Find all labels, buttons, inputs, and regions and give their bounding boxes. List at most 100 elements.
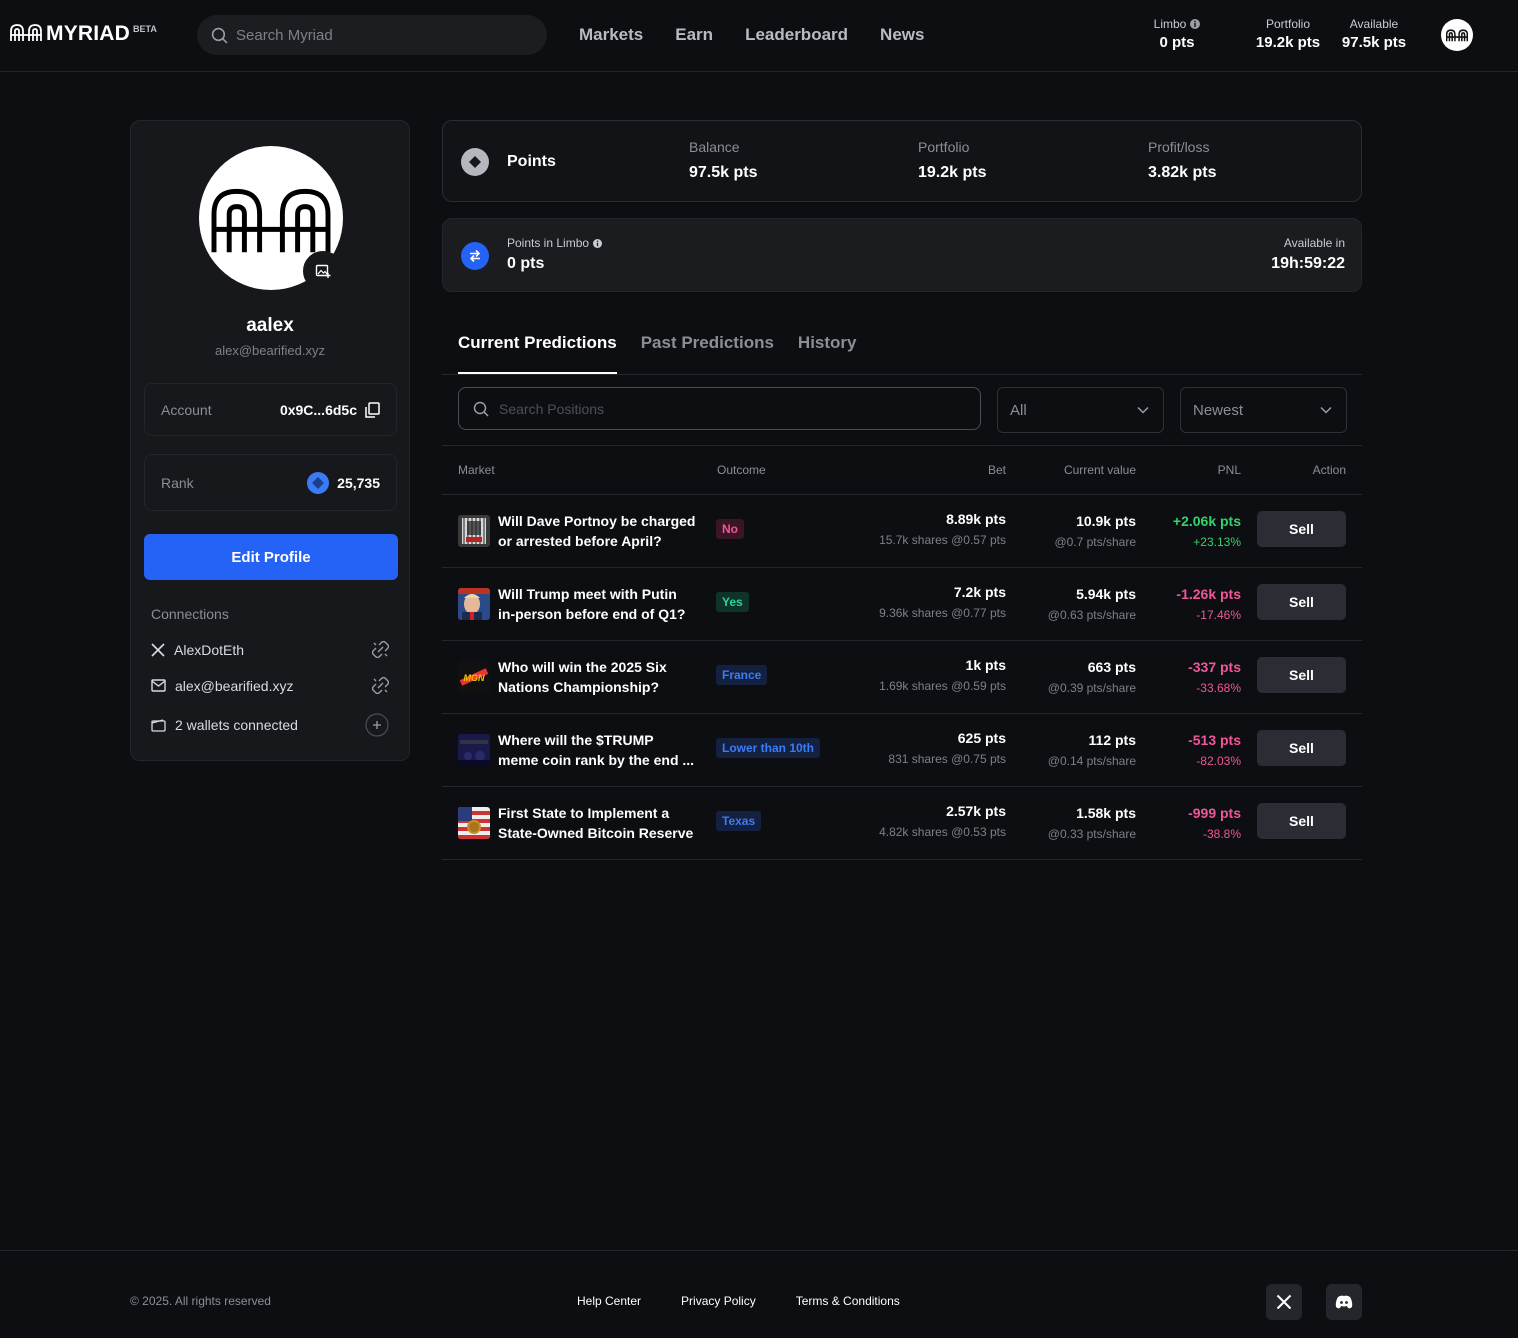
global-search[interactable] bbox=[197, 15, 547, 55]
limbo-value: 0 pts bbox=[1159, 34, 1195, 51]
table-row[interactable]: First State to Implement a State-Owned Bi… bbox=[442, 787, 1362, 860]
myriad-logo[interactable]: MYRIAD BETA bbox=[10, 22, 157, 46]
unlink-icon[interactable] bbox=[372, 641, 389, 658]
info-icon[interactable] bbox=[1190, 19, 1201, 29]
connection-label: alex@bearified.xyz bbox=[175, 677, 294, 694]
positions-search[interactable] bbox=[458, 387, 981, 430]
portfolio-value: 19.2k pts bbox=[918, 164, 987, 181]
sell-button[interactable]: Sell bbox=[1257, 657, 1346, 693]
positions-filter-bar: All Newest bbox=[442, 375, 1362, 446]
top-navbar: MYRIAD BETA Markets Earn Leaderboard New… bbox=[0, 0, 1518, 72]
user-avatar-button[interactable] bbox=[1441, 19, 1473, 51]
nav-markets[interactable]: Markets bbox=[579, 25, 643, 45]
privacy-policy-link[interactable]: Privacy Policy bbox=[681, 1294, 756, 1308]
current-value-cell: 663 pts @0.39 pts/share bbox=[1047, 659, 1136, 695]
market-title[interactable]: Will Dave Portnoy be charged or arrested … bbox=[498, 511, 703, 551]
connection-label: AlexDotEth bbox=[174, 641, 245, 658]
pnl-cell: -513 pts -82.03% bbox=[1188, 732, 1241, 768]
pnl-cell: -999 pts -38.8% bbox=[1188, 805, 1241, 841]
col-bet: Bet bbox=[987, 463, 1006, 477]
bet-cell: 2.57k pts 4.82k shares @0.53 pts bbox=[879, 803, 1006, 839]
pnl-cell: +2.06k pts +23.13% bbox=[1172, 513, 1241, 549]
sort-dropdown[interactable]: Newest bbox=[1180, 387, 1347, 433]
bet-cell: 8.89k pts 15.7k shares @0.57 pts bbox=[879, 511, 1006, 547]
profile-card: aalex alex@bearified.xyz Account 0x9C...… bbox=[130, 120, 410, 761]
nav-leaderboard[interactable]: Leaderboard bbox=[745, 25, 848, 45]
table-row[interactable]: Will Dave Portnoy be charged or arrested … bbox=[442, 495, 1362, 568]
col-outcome: Outcome bbox=[717, 463, 766, 477]
portfolio-label: Portfolio bbox=[1265, 17, 1311, 31]
table-row[interactable]: MGN Who will win the 2025 Six Nations Cha… bbox=[442, 641, 1362, 714]
discord-icon bbox=[1335, 1295, 1353, 1309]
market-thumbnail bbox=[458, 515, 490, 547]
connection-twitter: AlexDotEth bbox=[151, 641, 389, 658]
plus-icon[interactable] bbox=[365, 713, 389, 737]
tab-past-predictions[interactable]: Past Predictions bbox=[641, 333, 774, 374]
market-title[interactable]: Who will win the 2025 Six Nations Champio… bbox=[498, 657, 703, 697]
info-icon[interactable] bbox=[593, 238, 603, 248]
beta-badge: BETA bbox=[133, 24, 157, 34]
points-title: Points bbox=[507, 153, 556, 170]
chevron-down-icon bbox=[1320, 406, 1332, 414]
points-icon bbox=[461, 148, 489, 176]
chevron-down-icon bbox=[1137, 406, 1149, 414]
points-profit-loss: Profit/loss 3.82k pts bbox=[1148, 139, 1216, 182]
sell-button[interactable]: Sell bbox=[1257, 730, 1346, 766]
col-current-value: Current value bbox=[1063, 463, 1136, 477]
table-row[interactable]: Where will the $TRUMP meme coin rank by t… bbox=[442, 714, 1362, 787]
sell-button[interactable]: Sell bbox=[1257, 511, 1346, 547]
limbo-value: 0 pts bbox=[507, 255, 545, 272]
footer-links: Help Center Privacy Policy Terms & Condi… bbox=[577, 1294, 900, 1308]
bridge-logo-icon bbox=[211, 188, 331, 253]
outcome-badge: Lower than 10th bbox=[716, 738, 821, 758]
balance-label: Balance bbox=[689, 139, 740, 155]
portfolio-value: 19.2k pts bbox=[1255, 34, 1321, 51]
edit-profile-button[interactable]: Edit Profile bbox=[144, 534, 398, 580]
nav-news[interactable]: News bbox=[880, 25, 924, 45]
tab-history[interactable]: History bbox=[798, 333, 857, 374]
copy-icon[interactable] bbox=[365, 401, 380, 418]
market-title[interactable]: Will Trump meet with Putin in-person befo… bbox=[498, 584, 703, 624]
market-title[interactable]: First State to Implement a State-Owned Bi… bbox=[498, 803, 703, 843]
connection-wallets: 2 wallets connected bbox=[151, 713, 389, 737]
points-portfolio: Portfolio 19.2k pts bbox=[918, 139, 986, 182]
positions-search-input[interactable] bbox=[499, 400, 959, 417]
connection-email: alex@bearified.xyz bbox=[151, 677, 389, 694]
market-thumbnail: MGN bbox=[458, 661, 490, 693]
sell-button[interactable]: Sell bbox=[1257, 584, 1346, 620]
sell-button[interactable]: Sell bbox=[1257, 803, 1346, 839]
market-thumbnail bbox=[458, 588, 490, 620]
rank-badge-icon bbox=[307, 471, 330, 494]
change-avatar-button[interactable] bbox=[303, 251, 343, 291]
header-limbo-stat: Limbo 0 pts bbox=[1147, 17, 1207, 51]
market-thumbnail bbox=[458, 734, 490, 766]
wallet-icon bbox=[151, 718, 166, 732]
table-row[interactable]: Will Trump meet with Putin in-person befo… bbox=[442, 568, 1362, 641]
current-value-cell: 1.58k pts @0.33 pts/share bbox=[1047, 805, 1136, 841]
global-search-input[interactable] bbox=[236, 26, 526, 44]
tab-current-predictions[interactable]: Current Predictions bbox=[458, 333, 617, 374]
footer: © 2025. All rights reserved Help Center … bbox=[0, 1250, 1518, 1338]
col-pnl: PNL bbox=[1217, 463, 1241, 477]
unlink-icon[interactable] bbox=[372, 677, 389, 694]
market-title[interactable]: Where will the $TRUMP meme coin rank by t… bbox=[498, 730, 703, 770]
portfolio-label: Portfolio bbox=[918, 139, 970, 155]
discord-social-button[interactable] bbox=[1326, 1284, 1362, 1320]
profit-loss-label: Profit/loss bbox=[1148, 139, 1210, 155]
status-filter-dropdown[interactable]: All bbox=[997, 387, 1164, 433]
svg-text:MGN: MGN bbox=[464, 673, 485, 683]
bridge-logo-icon bbox=[10, 24, 42, 41]
bet-cell: 625 pts 831 shares @0.75 pts bbox=[888, 730, 1006, 766]
bridge-logo-icon bbox=[1446, 29, 1468, 42]
x-social-button[interactable] bbox=[1266, 1284, 1302, 1320]
account-row: Account 0x9C...6d5c bbox=[144, 383, 397, 436]
nav-earn[interactable]: Earn bbox=[675, 25, 713, 45]
help-center-link[interactable]: Help Center bbox=[577, 1294, 641, 1308]
rank-row: Rank 25,735 bbox=[144, 454, 397, 511]
x-logo-icon bbox=[151, 642, 165, 657]
terms-link[interactable]: Terms & Conditions bbox=[796, 1294, 900, 1308]
header-available-stat: Available 97.5k pts bbox=[1332, 17, 1416, 51]
current-value-cell: 10.9k pts @0.7 pts/share bbox=[1054, 513, 1136, 549]
sort-value: Newest bbox=[1193, 401, 1244, 419]
diamond-icon bbox=[469, 156, 481, 168]
